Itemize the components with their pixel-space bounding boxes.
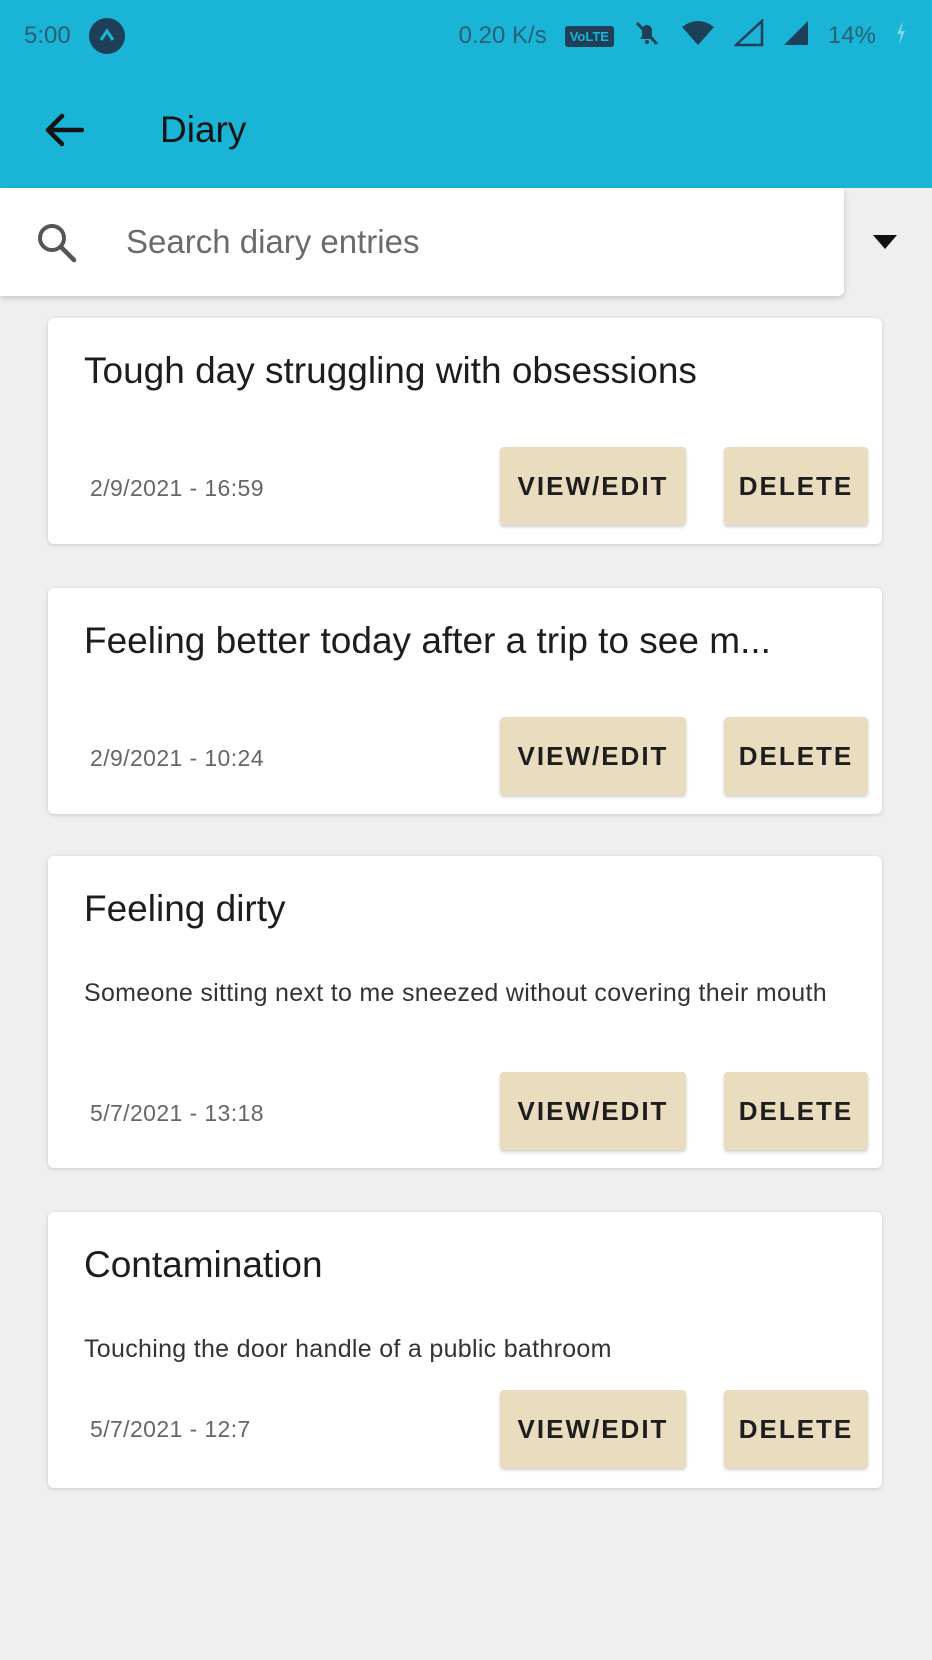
- diary-entry-card: Contamination Touching the door handle o…: [48, 1212, 882, 1488]
- mute-bell-icon: [632, 18, 662, 55]
- entry-date: 5/7/2021 - 12:7: [90, 1416, 251, 1442]
- entry-title: Feeling better today after a trip to see…: [84, 620, 771, 661]
- back-arrow-icon: [45, 113, 84, 147]
- delete-button[interactable]: DELETE: [724, 1390, 868, 1468]
- entry-description: Touching the door handle of a public bat…: [84, 1335, 612, 1363]
- wifi-icon: [680, 19, 716, 54]
- view-edit-button[interactable]: VIEW/EDIT: [500, 1390, 686, 1468]
- filter-dropdown-button[interactable]: [860, 220, 910, 264]
- view-edit-button[interactable]: VIEW/EDIT: [500, 1072, 686, 1150]
- back-button[interactable]: [30, 96, 98, 164]
- status-right: 0.20 K/s VoLTE 14%: [458, 17, 908, 55]
- app-notification-icon: [88, 18, 125, 54]
- entry-date: 2/9/2021 - 16:59: [90, 475, 264, 501]
- page-title: Diary: [160, 109, 247, 150]
- signal-icon: [782, 19, 810, 54]
- battery-charging-icon: [894, 19, 908, 54]
- entry-title: Tough day struggling with obsessions: [84, 350, 697, 391]
- entry-date: 5/7/2021 - 13:18: [90, 1100, 264, 1126]
- entry-description: Someone sitting next to me sneezed witho…: [84, 979, 827, 1007]
- caret-down-icon: [873, 235, 897, 249]
- net-speed: 0.20 K/s: [458, 22, 547, 49]
- diary-entry-card: Feeling better today after a trip to see…: [48, 588, 882, 814]
- status-left: 5:00: [24, 18, 125, 54]
- app-bar: Diary: [0, 72, 932, 188]
- delete-button[interactable]: DELETE: [724, 1072, 868, 1150]
- delete-button[interactable]: DELETE: [724, 447, 868, 525]
- signal-empty-icon: [732, 17, 764, 54]
- entry-date: 2/9/2021 - 10:24: [90, 745, 264, 771]
- entry-title: Feeling dirty: [84, 888, 286, 929]
- entry-title: Contamination: [84, 1244, 323, 1285]
- battery-level: 14%: [827, 22, 876, 49]
- diary-entry-card: Tough day struggling with obsessions 2/9…: [48, 318, 882, 544]
- search-input[interactable]: [126, 223, 766, 261]
- status-bar: 5:00 0.20 K/s VoLTE 14%: [0, 0, 932, 72]
- status-time: 5:00: [24, 22, 71, 49]
- volte-badge: VoLTE: [564, 25, 614, 47]
- delete-button[interactable]: DELETE: [724, 717, 868, 795]
- view-edit-button[interactable]: VIEW/EDIT: [500, 447, 686, 525]
- view-edit-button[interactable]: VIEW/EDIT: [500, 717, 686, 795]
- search-bar: [0, 188, 844, 296]
- diary-entry-card: Feeling dirty Someone sitting next to me…: [48, 856, 882, 1168]
- search-icon: [38, 224, 77, 263]
